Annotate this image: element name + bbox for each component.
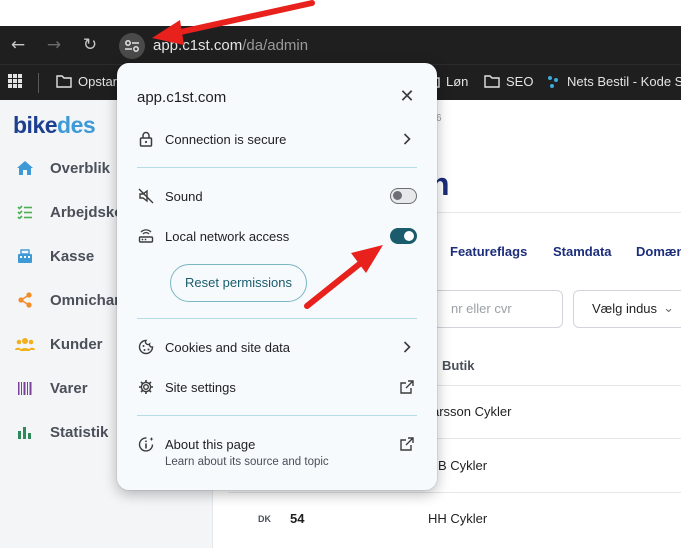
annotation-arrows	[152, 0, 383, 309]
annotation-arrow-site-info	[152, 0, 315, 45]
annotation-arrow-toggle	[304, 245, 383, 309]
